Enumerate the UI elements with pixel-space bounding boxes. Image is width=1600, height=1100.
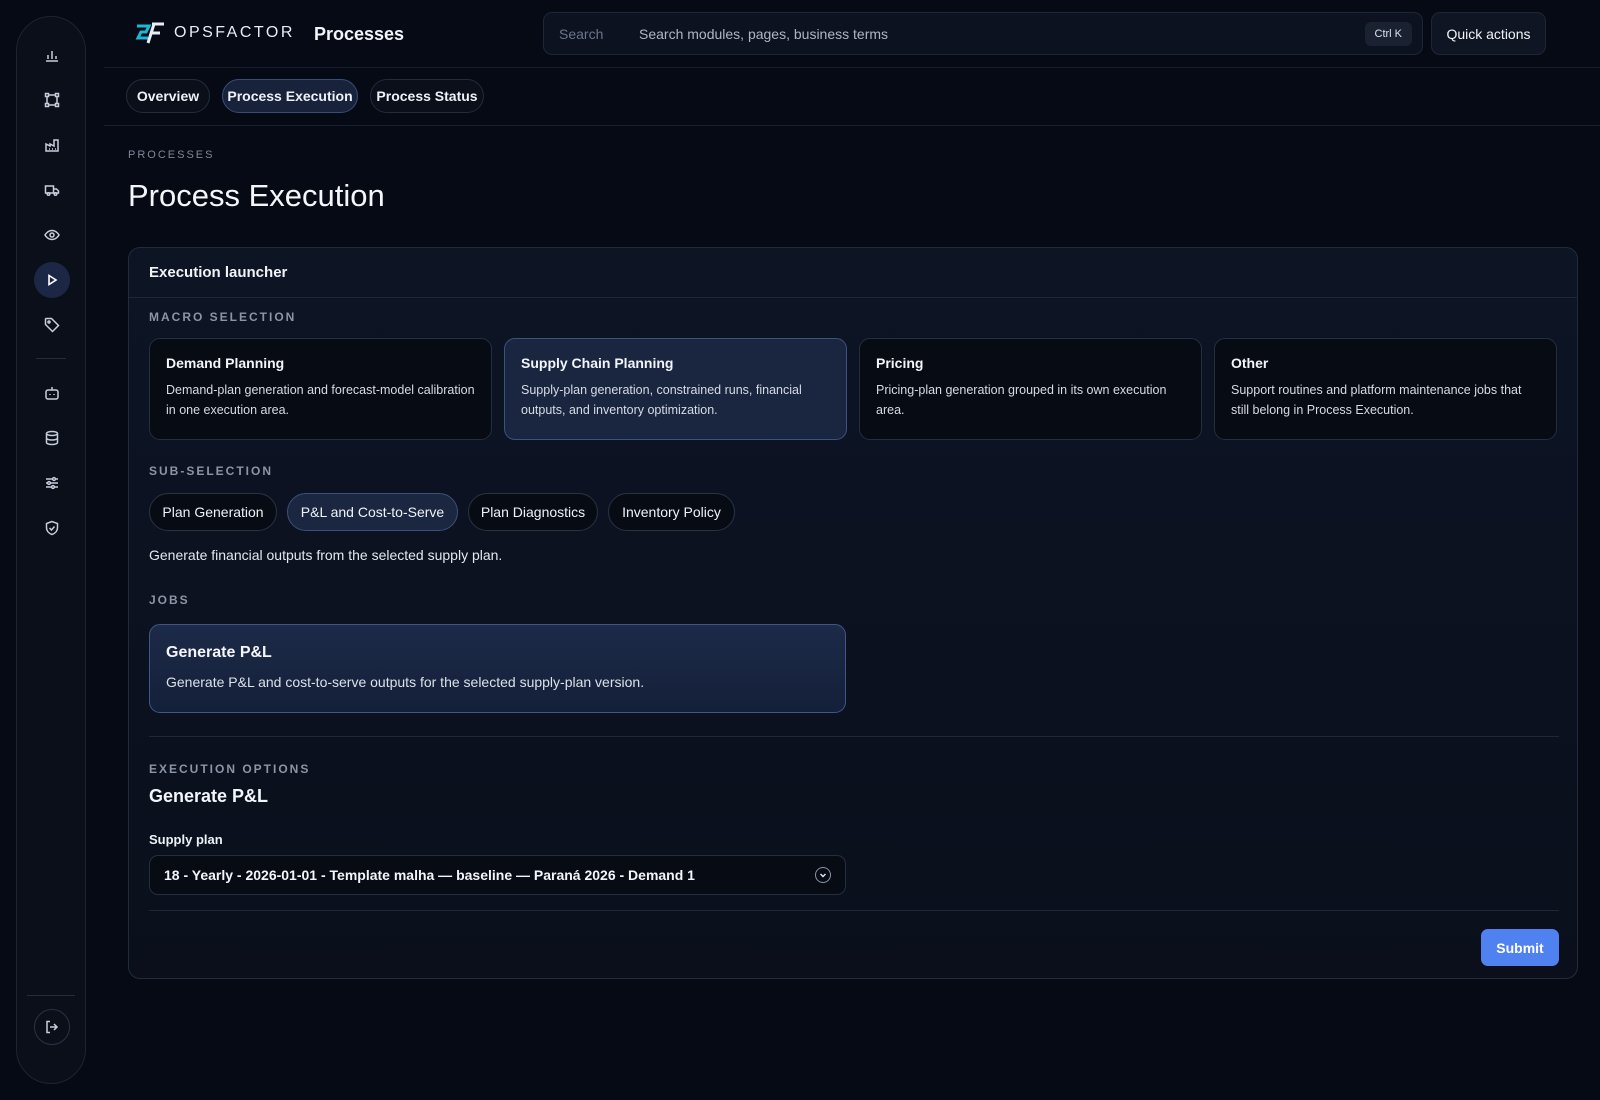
breadcrumb: PROCESSES	[128, 149, 215, 161]
macro-title: Supply Chain Planning	[521, 355, 674, 371]
sub-pill-plan-generation[interactable]: Plan Generation	[149, 493, 277, 531]
macro-title: Demand Planning	[166, 355, 285, 371]
bot-icon[interactable]	[34, 375, 70, 411]
sub-pill-pnl-cost-to-serve[interactable]: P&L and Cost-to-Serve	[287, 493, 458, 531]
submit-button[interactable]: Submit	[1481, 929, 1559, 966]
tab-process-status[interactable]: Process Status	[370, 79, 484, 113]
opsfactor-logo-icon	[135, 22, 164, 44]
logout-icon[interactable]	[34, 1009, 70, 1045]
bar-chart-icon[interactable]	[34, 37, 70, 73]
macro-title: Pricing	[876, 355, 924, 371]
macro-card-demand-planning[interactable]: Demand Planning Demand-plan generation a…	[149, 338, 492, 440]
eye-icon[interactable]	[34, 217, 70, 253]
supply-plan-label: Supply plan	[149, 832, 223, 847]
workflow-icon[interactable]	[34, 82, 70, 118]
search-bar[interactable]: Search Ctrl K	[543, 12, 1423, 55]
brand-name: OPSFACTOR	[174, 24, 295, 41]
sliders-icon[interactable]	[34, 465, 70, 501]
macro-card-pricing[interactable]: Pricing Pricing-plan generation grouped …	[859, 338, 1202, 440]
sidebar-divider	[36, 358, 66, 359]
sidebar	[16, 16, 86, 1084]
page-title: Process Execution	[128, 178, 385, 213]
macro-title: Other	[1231, 355, 1269, 371]
search-shortcut-badge: Ctrl K	[1364, 21, 1412, 46]
logo[interactable]: OPSFACTOR	[134, 20, 295, 46]
macro-description: Pricing-plan generation grouped in its o…	[876, 383, 1167, 417]
execution-launcher-panel: Execution launcher MACRO SELECTION Deman…	[128, 247, 1578, 979]
execution-options-title: Generate P&L	[149, 786, 269, 806]
job-title: Generate P&L	[166, 644, 272, 661]
top-header: OPSFACTOR Processes Search Ctrl K Quick …	[104, 0, 1600, 68]
tabs-bar: Overview Process Execution Process Statu…	[104, 68, 1600, 126]
supply-plan-value: 18 - Yearly - 2026-01-01 - Template malh…	[164, 867, 695, 883]
search-input[interactable]	[639, 25, 1365, 42]
footer-divider	[149, 910, 1559, 911]
header-title: Processes	[314, 24, 405, 44]
supply-plan-select[interactable]: 18 - Yearly - 2026-01-01 - Template malh…	[149, 855, 846, 895]
execution-options-label: EXECUTION OPTIONS	[149, 762, 311, 776]
database-icon[interactable]	[34, 420, 70, 456]
chevron-down-icon	[815, 867, 831, 883]
sidebar-divider-bottom	[27, 995, 75, 996]
tag-icon[interactable]	[34, 307, 70, 343]
section-divider	[149, 736, 1559, 737]
sub-selection-label: SUB-SELECTION	[149, 464, 274, 478]
sub-pill-plan-diagnostics[interactable]: Plan Diagnostics	[468, 493, 598, 531]
sub-selection-description: Generate financial outputs from the sele…	[149, 547, 503, 563]
play-icon[interactable]	[34, 262, 70, 298]
tab-overview[interactable]: Overview	[126, 79, 210, 113]
search-label: Search	[559, 25, 604, 42]
macro-description: Supply-plan generation, constrained runs…	[521, 383, 802, 417]
macro-card-other[interactable]: Other Support routines and platform main…	[1214, 338, 1557, 440]
macro-selection-label: MACRO SELECTION	[149, 310, 297, 324]
job-description: Generate P&L and cost-to-serve outputs f…	[166, 674, 645, 690]
panel-title: Execution launcher	[129, 248, 1577, 298]
macro-card-supply-chain-planning[interactable]: Supply Chain Planning Supply-plan genera…	[504, 338, 847, 440]
truck-icon[interactable]	[34, 172, 70, 208]
macro-description: Support routines and platform maintenanc…	[1231, 383, 1522, 417]
job-card-generate-pnl[interactable]: Generate P&L Generate P&L and cost-to-se…	[149, 624, 846, 713]
shield-check-icon[interactable]	[34, 510, 70, 546]
factory-icon[interactable]	[34, 127, 70, 163]
quick-actions-button[interactable]: Quick actions	[1431, 12, 1546, 55]
jobs-label: JOBS	[149, 593, 190, 607]
sub-pill-inventory-policy[interactable]: Inventory Policy	[608, 493, 735, 531]
tab-process-execution[interactable]: Process Execution	[222, 79, 358, 113]
macro-description: Demand-plan generation and forecast-mode…	[166, 383, 475, 417]
